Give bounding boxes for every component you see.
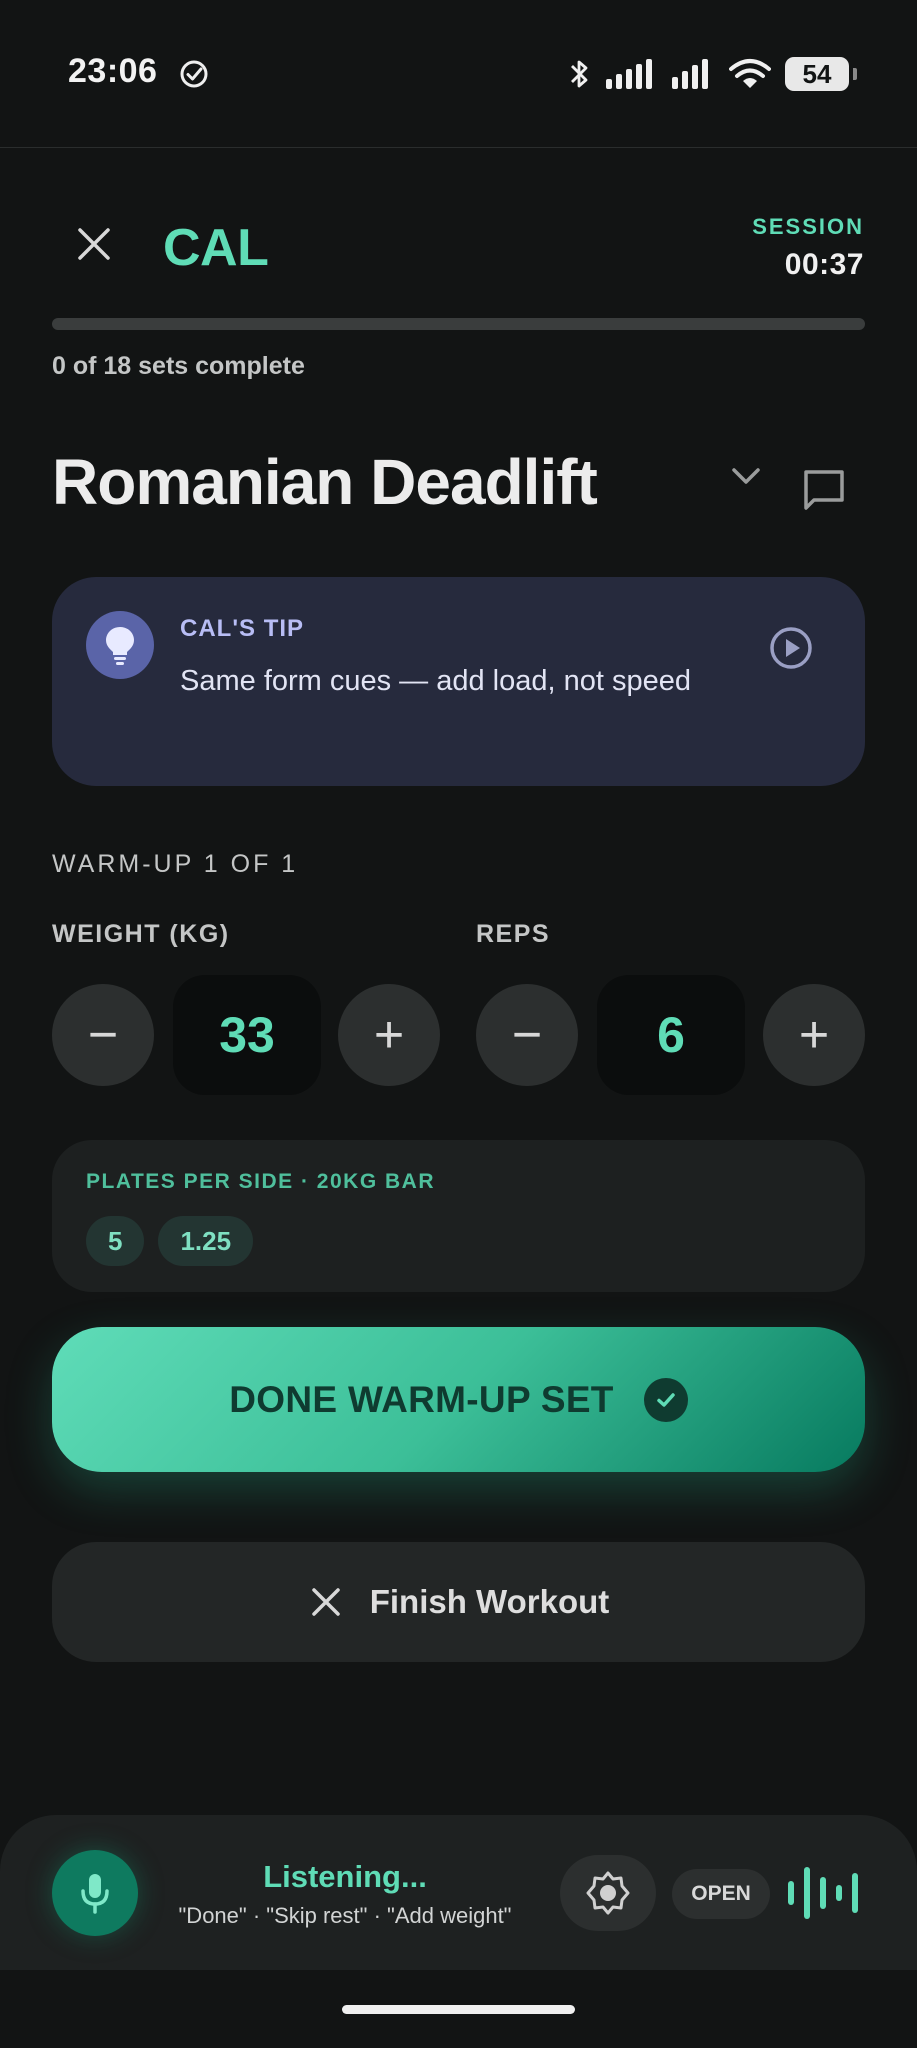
- plus-icon: +: [798, 1006, 830, 1064]
- voice-command-hints: "Done" · "Skip rest" · "Add weight": [178, 1903, 512, 1928]
- app-title: CAL: [163, 219, 269, 277]
- finish-workout-button[interactable]: Finish Workout: [52, 1542, 865, 1662]
- battery-icon: 54: [785, 57, 857, 91]
- check-circle-icon: [180, 60, 208, 88]
- bluetooth-icon: [571, 60, 588, 88]
- status-time: 23:06: [68, 52, 158, 90]
- audio-wave-icon: [788, 1867, 858, 1919]
- sets-progress-bar: [52, 318, 865, 330]
- signal-icon: [606, 59, 652, 89]
- reps-label: REPS: [476, 920, 551, 948]
- wifi-icon: [729, 59, 771, 88]
- reps-increment-button[interactable]: +: [763, 984, 865, 1086]
- done-button-label: DONE WARM-UP SET: [229, 1378, 614, 1420]
- reps-decrement-button[interactable]: −: [476, 984, 578, 1086]
- done-warmup-set-button[interactable]: DONE WARM-UP SET: [52, 1327, 865, 1472]
- finish-button-label: Finish Workout: [369, 1583, 610, 1620]
- plate-chip: 1.25: [158, 1216, 254, 1266]
- plates-list: 5 1.25: [86, 1216, 254, 1266]
- listening-status: Listening...: [263, 1859, 427, 1894]
- tip-label: CAL'S TIP: [180, 615, 305, 642]
- microphone-button[interactable]: [52, 1850, 138, 1936]
- status-icons: 54: [569, 54, 857, 94]
- close-icon[interactable]: [70, 220, 118, 268]
- voice-control-bar: Listening... "Done" · "Skip rest" · "Add…: [0, 1815, 917, 1970]
- session-timer: 00:37: [784, 248, 864, 281]
- sets-progress-text: 0 of 18 sets complete: [52, 352, 305, 380]
- plus-icon: +: [373, 1006, 405, 1064]
- weight-label: WEIGHT (KG): [52, 920, 230, 948]
- minus-icon: −: [511, 1006, 543, 1064]
- reps-value[interactable]: 6: [597, 975, 745, 1095]
- weight-increment-button[interactable]: +: [338, 984, 440, 1086]
- check-icon: [643, 1377, 688, 1422]
- brightness-icon: [586, 1871, 630, 1915]
- weight-value[interactable]: 33: [173, 975, 321, 1095]
- close-icon: [311, 1588, 340, 1616]
- chevron-down-icon[interactable]: [728, 462, 764, 490]
- tip-text: Same form cues — add load, not speed: [180, 665, 692, 697]
- exercise-title: Romanian Deadlift: [52, 446, 598, 518]
- comment-icon[interactable]: [800, 466, 848, 514]
- weight-decrement-button[interactable]: −: [52, 984, 154, 1086]
- play-icon[interactable]: [768, 625, 814, 671]
- home-indicator[interactable]: [342, 2005, 575, 2014]
- tip-card: CAL'S TIP Same form cues — add load, not…: [52, 577, 865, 786]
- workout-screen: 23:06 54 CAL SESSION 00:37 0 of 18 sets …: [0, 0, 917, 2048]
- brightness-button[interactable]: [560, 1855, 656, 1931]
- plates-label: PLATES PER SIDE · 20KG BAR: [86, 1170, 435, 1193]
- battery-level: 54: [802, 58, 832, 89]
- open-button[interactable]: OPEN: [672, 1869, 770, 1919]
- signal-icon: [672, 59, 708, 89]
- plate-chip: 5: [86, 1216, 145, 1266]
- set-label: WARM-UP 1 OF 1: [52, 850, 299, 878]
- plates-card: PLATES PER SIDE · 20KG BAR 5 1.25: [52, 1140, 865, 1292]
- lightbulb-icon: [86, 611, 154, 679]
- minus-icon: −: [87, 1006, 119, 1064]
- session-label: SESSION: [752, 214, 864, 239]
- status-bar: 23:06 54: [0, 0, 917, 148]
- microphone-icon: [81, 1874, 109, 1914]
